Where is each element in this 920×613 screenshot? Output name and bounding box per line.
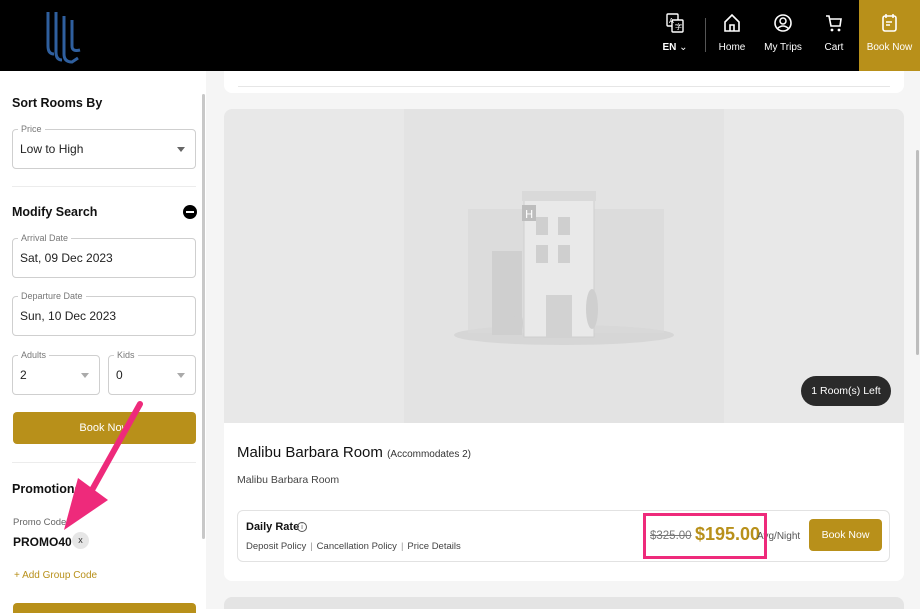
- hotel-illustration: H: [404, 109, 724, 423]
- adults-label: Adults: [18, 350, 50, 360]
- svg-text:字: 字: [675, 22, 682, 31]
- rooms-left-badge: 1 Room(s) Left: [801, 376, 891, 406]
- room-image-placeholder: H: [224, 109, 904, 423]
- modify-search-title: Modify Search: [12, 205, 98, 219]
- rate-title: Daily Rate: [246, 521, 300, 533]
- previous-room-card: [224, 71, 904, 93]
- nav-home-label: Home: [718, 42, 746, 53]
- sort-label: Price: [18, 124, 45, 134]
- home-icon: [724, 13, 740, 32]
- nav-book-now-label: Book Now: [866, 42, 913, 53]
- separator: |: [310, 541, 313, 552]
- room-book-now-button[interactable]: Book Now: [809, 519, 882, 551]
- cart-icon: [826, 15, 842, 32]
- room-accommodates: (Accommodates 2): [387, 449, 471, 460]
- search-book-now-button[interactable]: Book Now: [13, 412, 196, 444]
- room-description: Malibu Barbara Room: [237, 474, 340, 486]
- divider: [238, 86, 890, 87]
- nav-book-now[interactable]: Book Now: [859, 0, 920, 71]
- dropdown-arrow-icon: [81, 373, 89, 378]
- add-group-code-link[interactable]: + Add Group Code: [14, 570, 97, 581]
- adults-value: 2: [20, 368, 27, 382]
- main-scrollbar[interactable]: [916, 150, 919, 355]
- divider: [12, 186, 196, 187]
- adults-select[interactable]: Adults 2: [12, 350, 100, 395]
- separator: |: [400, 541, 404, 552]
- promo-code-label: Promo Code:: [13, 517, 69, 528]
- nav-home[interactable]: Home: [715, 12, 749, 62]
- brand-logo[interactable]: [44, 6, 84, 64]
- cancellation-policy-link[interactable]: Cancellation Policy: [317, 541, 397, 552]
- chevron-down-icon: ⌄: [679, 42, 688, 53]
- price-details-link[interactable]: Price Details: [407, 541, 460, 552]
- promotions-title: Promotions: [12, 482, 82, 496]
- nav-cart-label: Cart: [824, 42, 844, 53]
- departure-date-field[interactable]: Departure Date Sun, 10 Dec 2023: [12, 291, 196, 336]
- arrival-date-field[interactable]: Arrival Date Sat, 09 Dec 2023: [12, 233, 196, 278]
- policy-links: Deposit Policy | Cancellation Policy | Price…: [246, 541, 461, 552]
- translate-icon: A 字: [666, 13, 684, 33]
- nav-my-trips[interactable]: My Trips: [763, 12, 803, 62]
- info-icon[interactable]: i: [297, 522, 307, 532]
- kids-select[interactable]: Kids 0: [108, 350, 196, 395]
- sort-value: Low to High: [20, 142, 84, 156]
- next-room-card: [224, 597, 904, 609]
- sort-select[interactable]: Price Low to High: [12, 124, 196, 169]
- sort-title: Sort Rooms By: [12, 96, 103, 110]
- sidebar-bottom-button[interactable]: [13, 603, 196, 613]
- dropdown-arrow-icon: [177, 373, 185, 378]
- nav-cart[interactable]: Cart: [820, 12, 848, 62]
- promo-code-value: PROMO40: [13, 535, 72, 549]
- language-label: EN: [662, 42, 677, 53]
- collapse-icon[interactable]: [183, 205, 197, 219]
- kids-value: 0: [116, 368, 123, 382]
- arrival-date-label: Arrival Date: [18, 233, 72, 243]
- svg-text:A: A: [669, 17, 674, 25]
- svg-text:H: H: [525, 208, 533, 221]
- deposit-policy-link[interactable]: Deposit Policy: [246, 541, 306, 552]
- price-highlight-annotation: [643, 513, 767, 559]
- divider: [12, 462, 196, 463]
- departure-date-value: Sun, 10 Dec 2023: [20, 309, 117, 323]
- top-nav: A 字 EN ⌄ Home My Trips Cart Book Now: [0, 0, 920, 71]
- sidebar-scrollbar[interactable]: [202, 94, 205, 539]
- dropdown-arrow-icon: [177, 147, 185, 152]
- calendar-edit-icon: [881, 14, 897, 32]
- nav-my-trips-label: My Trips: [764, 42, 802, 53]
- language-selector[interactable]: A 字 EN ⌄: [660, 12, 690, 62]
- user-icon: [774, 14, 792, 32]
- departure-date-label: Departure Date: [18, 291, 86, 301]
- remove-promo-button[interactable]: x: [72, 532, 89, 549]
- kids-label: Kids: [114, 350, 138, 360]
- arrival-date-value: Sat, 09 Dec 2023: [20, 251, 113, 265]
- nav-divider: [705, 18, 706, 52]
- room-title: Malibu Barbara Room (Accommodates 2): [237, 444, 471, 461]
- room-name: Malibu Barbara Room: [237, 444, 383, 461]
